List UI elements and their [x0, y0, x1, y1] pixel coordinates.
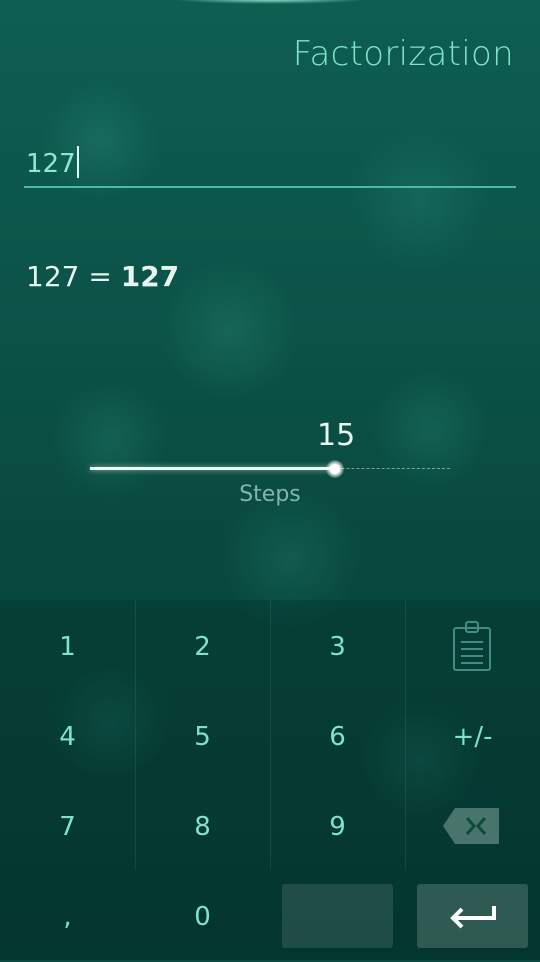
key-6[interactable]: 6: [270, 692, 405, 782]
page-title: Factorization: [292, 34, 514, 74]
key-9[interactable]: 9: [270, 782, 405, 872]
text-cursor: [76, 146, 79, 178]
steps-slider[interactable]: 15 Steps: [90, 418, 450, 510]
slider-fill: [90, 467, 335, 470]
key-1[interactable]: 1: [0, 602, 135, 692]
key-plus-minus[interactable]: +/-: [405, 692, 540, 782]
number-input-text[interactable]: 127: [26, 146, 79, 179]
key-comma[interactable]: ,: [0, 872, 135, 962]
input-underline: [24, 186, 516, 188]
clipboard-icon[interactable]: [452, 620, 492, 672]
key-7[interactable]: 7: [0, 782, 135, 872]
backspace-icon[interactable]: [441, 806, 501, 846]
clipboard-icon-svg: [453, 621, 491, 671]
slider-handle[interactable]: [326, 460, 344, 478]
factorization-result: 127 = 127: [26, 260, 179, 293]
number-input-value: 127: [26, 149, 76, 179]
key-0[interactable]: 0: [135, 872, 270, 962]
key-3[interactable]: 3: [270, 602, 405, 692]
key-4[interactable]: 4: [0, 692, 135, 782]
key-5[interactable]: 5: [135, 692, 270, 782]
enter-button[interactable]: [417, 884, 528, 948]
result-lhs: 127 =: [26, 260, 121, 293]
enter-icon: [449, 906, 496, 929]
result-rhs: 127: [120, 260, 180, 293]
number-input[interactable]: 127: [24, 140, 516, 188]
blank-key: [282, 884, 393, 948]
top-glow: [170, 0, 370, 4]
slider-label: Steps: [239, 482, 301, 507]
backspace-icon-svg: [443, 808, 499, 844]
key-2[interactable]: 2: [135, 602, 270, 692]
slider-value: 15: [317, 418, 356, 453]
key-8[interactable]: 8: [135, 782, 270, 872]
